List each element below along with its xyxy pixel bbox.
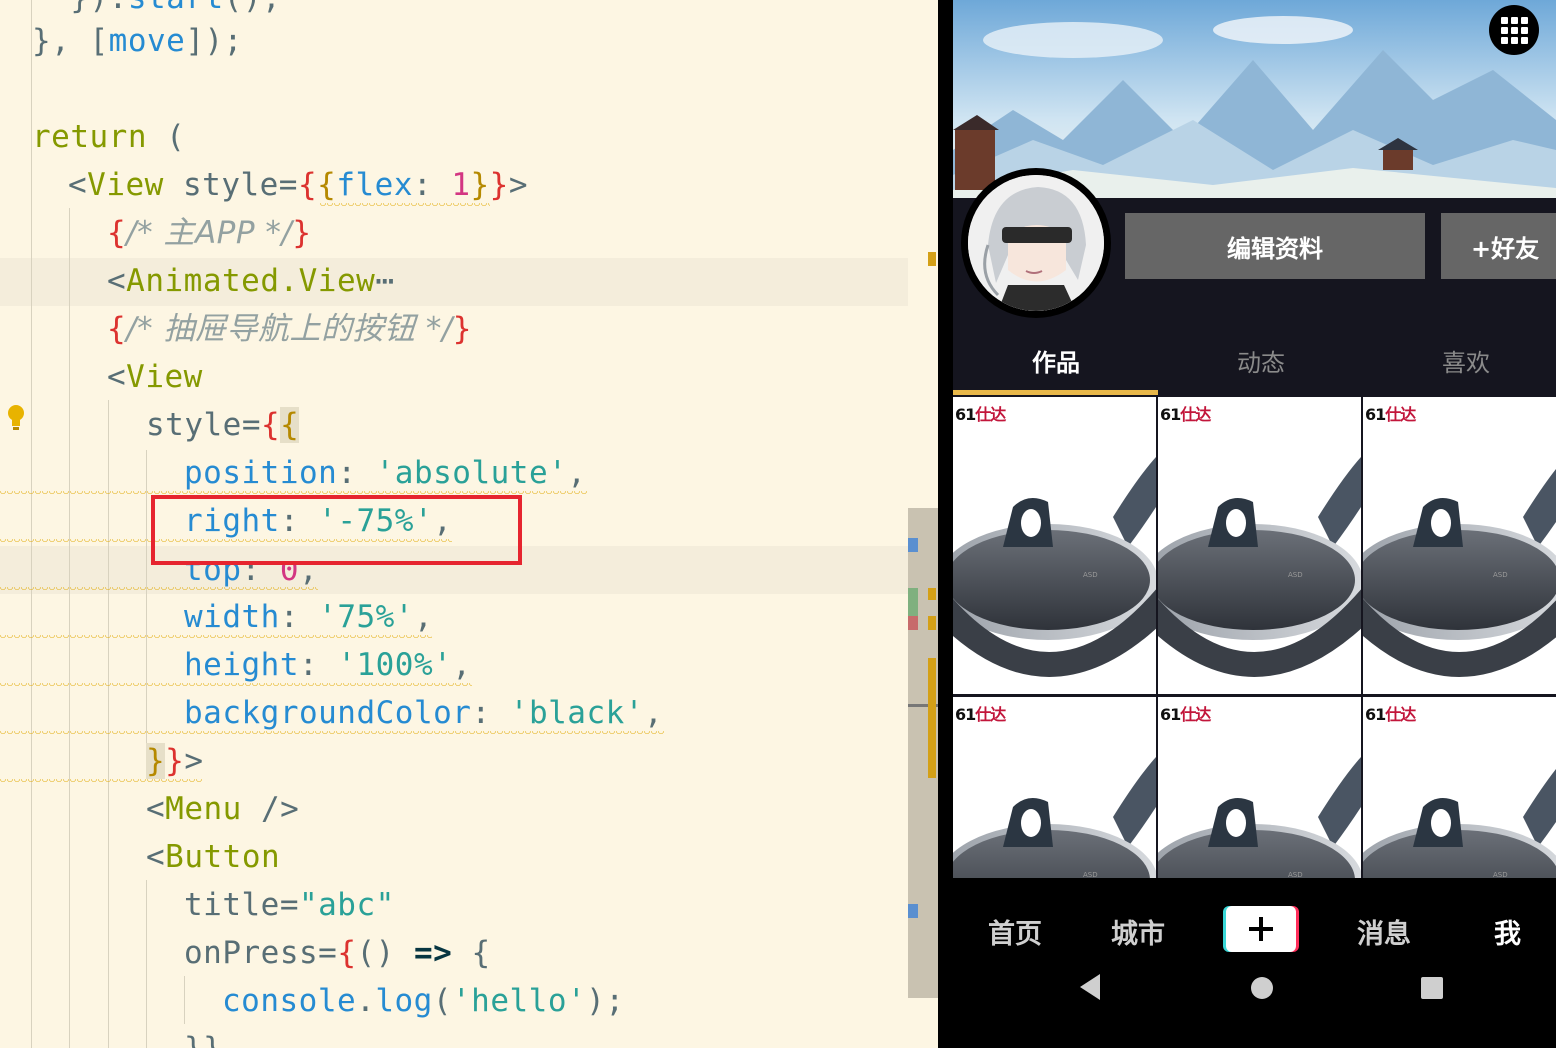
warning-squiggle	[0, 683, 472, 689]
warning-squiggle	[320, 203, 490, 209]
code-line: {/* 主APP */}	[107, 215, 312, 251]
add-friend-button[interactable]: +好友	[1441, 213, 1556, 279]
avatar[interactable]	[961, 168, 1111, 318]
code-line: position: 'absolute',	[184, 455, 587, 491]
apps-grid-icon[interactable]	[1489, 5, 1539, 55]
phone-screen: 编辑资料 +好友 作品 动态 喜欢 ASD 61仕达 ASD 61仕达 ASD …	[953, 0, 1556, 1048]
warning-squiggle	[0, 635, 432, 641]
pan-product-image: ASD	[953, 397, 1156, 694]
code-line: <View	[107, 359, 203, 395]
tile-label: 61仕达	[955, 405, 1006, 424]
code-editor[interactable]: }).start(); }, [move]); return ( <View s…	[0, 0, 938, 1048]
annotation-highlight-box	[151, 495, 522, 565]
tile-label: 61仕达	[1160, 405, 1211, 424]
code-line: <View style={{flex: 1}}>	[68, 167, 528, 203]
pan-product-image: ASD	[1158, 397, 1361, 694]
tab-works[interactable]: 作品	[956, 330, 1156, 396]
fold-marker[interactable]: ⋯	[375, 257, 394, 305]
code-line: onPress={() => {	[184, 935, 491, 971]
recents-square-icon[interactable]	[1420, 976, 1444, 1000]
code-line: <Button	[146, 839, 281, 875]
indent-guide	[184, 976, 185, 1024]
svg-text:ASD: ASD	[1083, 571, 1098, 579]
indent-guide	[108, 400, 109, 1048]
code-line: return (	[32, 119, 186, 155]
code-line: <Menu />	[146, 791, 300, 827]
work-tile[interactable]: ASD 61仕达	[1158, 397, 1361, 694]
active-tab-indicator	[953, 390, 1158, 395]
tab-activity[interactable]: 动态	[1161, 330, 1361, 396]
nav-me[interactable]: 我	[1494, 912, 1521, 951]
svg-text:ASD: ASD	[1493, 571, 1508, 579]
avatar-image	[968, 175, 1104, 311]
profile-tabs: 作品 动态 喜欢	[953, 330, 1556, 396]
nav-messages[interactable]: 消息	[1357, 912, 1411, 951]
indent-guide	[146, 880, 147, 1048]
code-line: }}	[184, 1025, 222, 1048]
minimap[interactable]	[908, 508, 938, 998]
tab-likes[interactable]: 喜欢	[1366, 330, 1556, 396]
code-line: style={{	[146, 407, 300, 443]
indent-guide	[69, 208, 70, 1048]
edit-profile-button[interactable]: 编辑资料	[1125, 213, 1425, 279]
bottom-navigation	[953, 878, 1556, 1048]
pan-product-image: ASD	[1363, 397, 1556, 694]
nav-home[interactable]: 首页	[988, 912, 1042, 951]
code-line: height: '100%',	[184, 647, 472, 683]
create-post-button[interactable]	[1223, 906, 1299, 952]
home-circle-icon[interactable]	[1250, 976, 1274, 1000]
tile-label: 61仕达	[1365, 405, 1416, 424]
warning-squiggle	[0, 731, 664, 737]
tile-label: 61仕达	[955, 705, 1006, 724]
code-line: width: '75%',	[184, 599, 434, 635]
code-line: title="abc"	[184, 887, 395, 923]
warning-squiggle	[0, 779, 202, 785]
tile-label: 61仕达	[1365, 705, 1416, 724]
svg-text:ASD: ASD	[1288, 571, 1303, 579]
code-line: backgroundColor: 'black',	[184, 695, 664, 731]
phone-emulator: 编辑资料 +好友 作品 动态 喜欢 ASD 61仕达 ASD 61仕达 ASD …	[938, 0, 1556, 1048]
work-tile[interactable]: ASD 61仕达	[1363, 397, 1556, 694]
scroll-marker	[928, 252, 936, 266]
tile-label: 61仕达	[1160, 705, 1211, 724]
nav-city[interactable]: 城市	[1111, 912, 1165, 951]
back-icon[interactable]	[1078, 972, 1102, 1002]
code-line: <Animated.View ⋯	[107, 257, 394, 305]
lightbulb-icon[interactable]	[7, 404, 25, 432]
code-line: }, [move]);	[32, 23, 243, 59]
code-line: {/* 抽屉导航上的按钮 */}	[107, 311, 472, 347]
warning-squiggle	[0, 587, 318, 593]
code-line: console.log('hello');	[222, 983, 625, 1019]
code-line: }}>	[146, 743, 204, 779]
work-tile[interactable]: ASD 61仕达	[953, 397, 1156, 694]
